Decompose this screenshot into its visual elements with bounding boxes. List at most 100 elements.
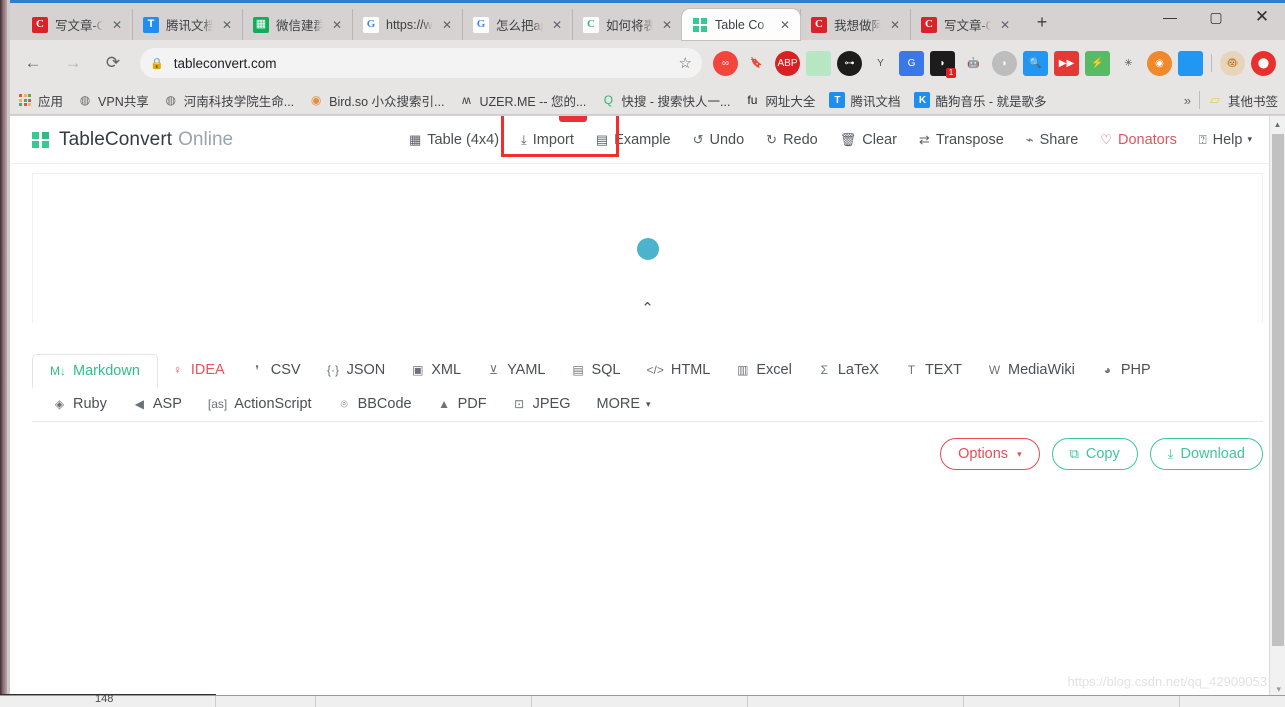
format-tab-text[interactable]: T TEXT [892, 353, 975, 387]
infinity-new-tab-icon[interactable]: ∞ [713, 50, 738, 76]
format-tab-markdown[interactable]: M↓ Markdown [32, 354, 158, 388]
browser-tab[interactable]: G 怎么把ap ✕ [462, 9, 572, 40]
format-tab-pdf[interactable]: ▲ PDF [425, 387, 500, 421]
menu-clear[interactable]: 🗑 Clear [829, 116, 908, 164]
format-tab-label: MORE [596, 396, 640, 412]
back-button[interactable]: ← [16, 46, 50, 80]
menu-redo[interactable]: ↻ Redo [755, 116, 829, 164]
tab-close-icon[interactable]: ✕ [329, 17, 345, 33]
format-tab-php[interactable]: ◕ PHP [1088, 353, 1164, 387]
google-translate-icon[interactable]: G [899, 50, 924, 76]
green-square-extension-icon[interactable] [806, 50, 831, 76]
options-button[interactable]: Options ▾ [940, 438, 1040, 470]
tab-close-icon[interactable]: ✕ [109, 17, 125, 33]
format-tab-sql[interactable]: ▤ SQL [558, 353, 633, 387]
yandex-extension-icon[interactable]: Y [868, 51, 893, 76]
tab-close-icon[interactable]: ✕ [887, 17, 903, 33]
bookmark-item[interactable]: T 腾讯文档 [822, 89, 907, 111]
bookmark-item[interactable]: fu 网址大全 [737, 89, 822, 111]
tab-close-icon[interactable]: ✕ [549, 17, 565, 33]
copy-button[interactable]: ⧉ Copy [1051, 438, 1138, 470]
format-tab-asp[interactable]: ◀ ASP [120, 387, 195, 421]
bookmark-item[interactable]: Q 快搜 - 搜索快人一... [593, 89, 737, 111]
adblock-plus-icon[interactable]: ABP [775, 50, 800, 76]
menu-share[interactable]: ⌁ Share [1015, 116, 1090, 164]
tab-close-icon[interactable]: ✕ [219, 17, 235, 33]
maximize-button[interactable]: ▢ [1193, 0, 1239, 34]
address-bar[interactable]: 🔒 tableconvert.com ☆ [140, 48, 702, 78]
format-tab-idea[interactable]: ♀ IDEA [158, 353, 238, 387]
tab-close-icon[interactable]: ✕ [777, 17, 793, 33]
format-tab-csv[interactable]: ❜ CSV [238, 353, 314, 387]
chevron-up-icon[interactable]: ⌃ [641, 299, 654, 317]
scrollbar-thumb[interactable] [1272, 134, 1284, 646]
format-tab-mediawiki[interactable]: W MediaWiki [975, 353, 1088, 387]
grey-drop-icon[interactable]: ◗ [992, 50, 1017, 76]
bookmark-item[interactable]: 应用 [10, 89, 70, 111]
minimize-button[interactable]: — [1147, 0, 1193, 34]
table-grid-icon: ▦ [409, 131, 422, 147]
menu-help[interactable]: ⍰ Help ▾ [1188, 116, 1263, 164]
menu-example[interactable]: ▤ Example [585, 116, 682, 164]
format-tab-latex[interactable]: Σ LaTeX [805, 353, 892, 387]
page-scrollbar[interactable]: ▲ [1269, 116, 1285, 695]
bookmark-item[interactable]: ◍ VPN共享 [70, 89, 156, 111]
fast-forward-icon[interactable]: ▶▶ [1054, 50, 1079, 76]
tab-close-icon[interactable]: ✕ [997, 17, 1013, 33]
format-tab-actionscript[interactable]: [as] ActionScript [195, 387, 325, 421]
bookmarks-overflow-button[interactable]: » [1176, 93, 1199, 108]
forward-button[interactable]: → [56, 46, 90, 80]
colorful-star-icon[interactable]: ✳ [1116, 51, 1141, 76]
browser-tab[interactable]: T 腾讯文档 ✕ [132, 9, 242, 40]
browser-tab[interactable]: Ghttps://w ✕ [352, 9, 462, 40]
reload-button[interactable]: ⟳ [96, 46, 130, 80]
new-tab-button[interactable]: + [1028, 9, 1056, 37]
browser-tab[interactable]: C 我想做阿 ✕ [800, 9, 910, 40]
key-extension-icon[interactable]: ⊶ [837, 50, 862, 76]
search-extension-icon[interactable]: 🔍 [1023, 50, 1048, 76]
orange-eye-icon[interactable]: ◉ [1147, 50, 1172, 76]
lightning-extension-icon[interactable]: ⚡ [1085, 50, 1110, 76]
tabs-row: C 写文章-C ✕ T 腾讯文档 ✕ ▦ 微信建群 ✕ Ghttps://w ✕ G 怎么把ap ✕ C 如何… [22, 7, 1056, 40]
browser-tab[interactable]: Table Co ✕ [682, 9, 800, 40]
bookmark-manager-icon[interactable]: 🔖 [744, 51, 769, 76]
menu-undo[interactable]: ↺ Undo [682, 116, 756, 164]
bookmark-item[interactable]: ʍ UZER.ME -- 您的... [451, 89, 593, 111]
globe-icon: ◍ [165, 93, 176, 107]
bookmark-item[interactable]: ◉ Bird.so 小众搜索引... [301, 89, 451, 111]
browser-tab[interactable]: ▦ 微信建群 ✕ [242, 9, 352, 40]
menu-import[interactable]: ⤓ Import Hot [521, 116, 587, 164]
format-tab-bbcode[interactable]: ⌾ BBCode [325, 387, 425, 421]
format-tab-ruby[interactable]: ◈ Ruby [40, 387, 120, 421]
other-bookmarks-folder[interactable]: ▱ 其他书签 [1200, 89, 1285, 111]
menu-table[interactable]: ▦ Table (4x4) [398, 116, 510, 164]
close-window-button[interactable]: ✕ [1239, 0, 1285, 34]
scrollbar-up-arrow[interactable]: ▲ [1270, 116, 1285, 132]
menu-transpose[interactable]: ⇄ Transpose [908, 116, 1015, 164]
android-extension-icon[interactable]: 🤖 [961, 51, 986, 76]
format-tab-excel[interactable]: ▥ Excel [723, 353, 804, 387]
blue-box-icon[interactable] [1178, 50, 1203, 76]
chrome-menu-icon[interactable]: ⬤ [1251, 50, 1276, 76]
tab-close-icon[interactable]: ✕ [439, 17, 455, 33]
notes-extension-icon[interactable]: ◗ 1 [930, 50, 956, 78]
format-tab-xml[interactable]: ▣ XML [398, 353, 474, 387]
star-icon[interactable]: ☆ [679, 54, 692, 72]
browser-tab[interactable]: C 如何将表 ✕ [572, 9, 682, 40]
format-tab-yaml[interactable]: ⊻ YAML [474, 353, 558, 387]
format-tab-more[interactable]: MORE ▾ [583, 387, 663, 421]
format-tab-json[interactable]: {·} JSON [314, 353, 399, 387]
format-tab-jpeg[interactable]: ⊡ JPEG [500, 387, 584, 421]
monkey-avatar-icon[interactable]: 🐵 [1220, 50, 1245, 76]
menu-donators[interactable]: ♡ Donators [1089, 116, 1188, 164]
tab-close-icon[interactable]: ✕ [659, 17, 675, 33]
pdf-icon: ▲ [438, 397, 451, 411]
brand[interactable]: TableConvert Online [32, 129, 233, 151]
format-tab-html[interactable]: </> HTML [634, 353, 724, 387]
format-tab-label: IDEA [190, 362, 225, 378]
browser-tab[interactable]: C 写文章-C ✕ [22, 9, 132, 40]
bookmark-item[interactable]: K 酷狗音乐 - 就是歌多 [907, 89, 1053, 111]
browser-tab[interactable]: C 写文章-C ✕ [910, 9, 1020, 40]
bookmark-item[interactable]: ◍ 河南科技学院生命... [156, 89, 301, 111]
download-button[interactable]: ⤓ Download [1149, 438, 1263, 470]
